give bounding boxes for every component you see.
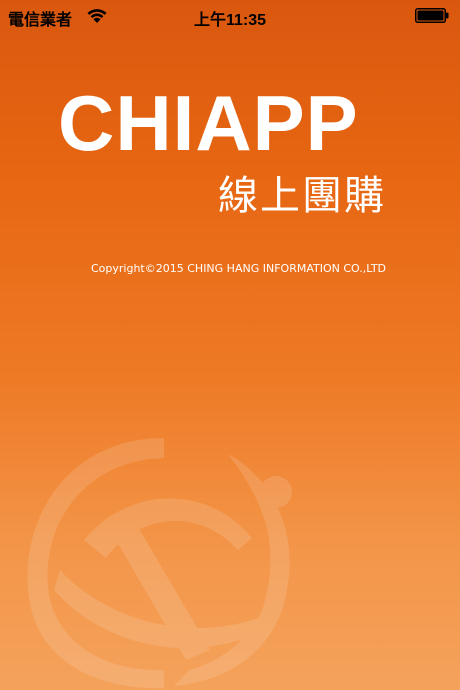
- battery-icon: [415, 8, 449, 23]
- app-subtitle: 線上團購: [218, 173, 386, 219]
- splash-screen: 電信業者 上午11:35 CHIAPP 線上團購 Copyright©2015 …: [0, 0, 460, 690]
- copyright-text: Copyright©2015 CHING HANG INFORMATION CO…: [91, 262, 387, 275]
- globe-logo-icon: [27, 438, 292, 689]
- status-bar: 電信業者 上午11:35: [0, 0, 460, 32]
- clock: 上午11:35: [193, 12, 267, 29]
- app-title: CHIAPP: [58, 79, 359, 167]
